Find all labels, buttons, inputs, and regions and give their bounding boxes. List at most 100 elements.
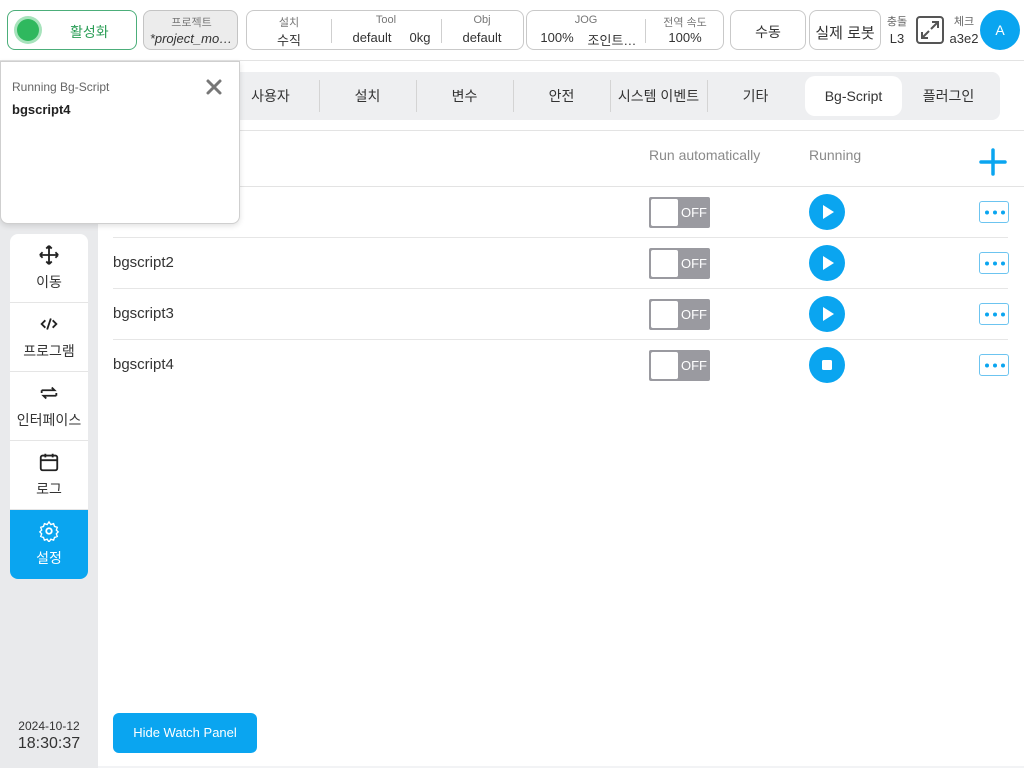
add-script-button[interactable]: [978, 147, 1008, 177]
sidebar-item-label: 설정: [36, 550, 62, 566]
tab-variables[interactable]: 변수: [416, 76, 513, 116]
collision-level[interactable]: 충돌 L3: [884, 13, 910, 46]
obj-value: default: [462, 30, 502, 45]
install-caption: 설치: [278, 17, 300, 29]
sidebar-item-log[interactable]: 로그: [10, 441, 88, 510]
install-tool-obj-group[interactable]: 설치 수직 Tool default 0kg Obj default: [246, 10, 524, 50]
play-button[interactable]: [809, 194, 845, 230]
more-options-button[interactable]: [979, 201, 1009, 223]
time-text: 18:30:37: [17, 735, 81, 752]
sidebar-item-label: 프로그램: [23, 343, 75, 359]
jog-speed-group[interactable]: JOG 100% 조인트… 전역 속도 100%: [526, 10, 724, 50]
ellipsis-icon: [985, 210, 1005, 215]
stop-icon: [822, 360, 832, 370]
toggle-knob: [651, 199, 678, 226]
sidebar-nav: 이동 프로그램 인터페이스 로그 설정: [10, 234, 88, 579]
move-arrows-icon: [39, 245, 59, 265]
swap-arrows-icon: [40, 386, 58, 400]
install-value: 수직: [277, 33, 301, 48]
script-name: bgscript2: [113, 254, 174, 271]
auto-run-toggle[interactable]: OFF: [649, 350, 710, 381]
tool-weight: 0kg: [409, 30, 431, 45]
checksum: 체크 a3e2: [946, 13, 982, 46]
play-button[interactable]: [809, 245, 845, 281]
running-bg-script-popup: Running Bg-Script bgscript4: [0, 61, 240, 224]
collision-value: L3: [889, 31, 905, 46]
activate-label: 활성화: [70, 24, 109, 40]
hide-watch-panel-button[interactable]: Hide Watch Panel: [113, 713, 257, 753]
play-button[interactable]: [809, 296, 845, 332]
play-icon: [823, 307, 834, 321]
more-options-button[interactable]: [979, 252, 1009, 274]
date-text: 2024-10-12: [18, 719, 80, 733]
toggle-state: OFF: [681, 358, 707, 373]
play-icon: [823, 205, 834, 219]
manual-mode-button[interactable]: 수동: [730, 10, 806, 50]
ellipsis-icon: [985, 312, 1005, 317]
check-value: a3e2: [949, 31, 979, 46]
settings-tabs: 사용자 설치 변수 안전 시스템 이벤트 기타 Bg-Script 플러그인: [110, 72, 1000, 120]
tool-name: default: [352, 30, 392, 45]
sidebar-item-label: 로그: [36, 481, 62, 497]
project-name: *project_mo…: [149, 31, 233, 46]
auto-run-toggle[interactable]: OFF: [649, 248, 710, 279]
manual-label: 수동: [755, 24, 781, 40]
tab-etc[interactable]: 기타: [707, 76, 804, 116]
more-options-button[interactable]: [979, 303, 1009, 325]
script-name: bgscript4: [113, 356, 174, 373]
tab-bg-script[interactable]: Bg-Script: [805, 76, 902, 116]
code-icon: [40, 318, 58, 330]
calendar-icon: [39, 453, 59, 472]
popup-value: bgscript4: [12, 102, 71, 117]
sidebar-item-interface[interactable]: 인터페이스: [10, 372, 88, 441]
clock: 2024-10-12 18:30:37: [0, 719, 98, 753]
avatar[interactable]: A: [980, 10, 1020, 50]
toggle-knob: [651, 352, 678, 379]
jog-mode: 조인트…: [587, 33, 637, 48]
sidebar-item-program[interactable]: 프로그램: [10, 303, 88, 372]
sidebar-item-settings[interactable]: 설정: [10, 510, 88, 579]
column-header-running: Running: [809, 147, 862, 163]
table-row: bgscript2 OFF: [113, 238, 1009, 289]
real-robot-label: 실제 로봇: [815, 25, 875, 42]
table-row: bgscript3 OFF: [113, 289, 1009, 340]
auto-run-toggle[interactable]: OFF: [649, 299, 710, 330]
play-icon: [823, 256, 834, 270]
toggle-state: OFF: [681, 307, 707, 322]
toggle-state: OFF: [681, 205, 707, 220]
project-caption: 프로젝트: [171, 17, 212, 29]
obj-caption: Obj: [473, 14, 491, 26]
global-speed-caption: 전역 속도: [663, 17, 707, 29]
sidebar-item-label: 이동: [36, 274, 62, 290]
tab-plugins[interactable]: 플러그인: [900, 76, 997, 116]
top-bar: 활성화 프로젝트 *project_mo… 설치 수직 Tool default…: [0, 0, 1024, 61]
popup-title: Running Bg-Script: [12, 80, 110, 94]
tool-caption: Tool: [375, 14, 397, 26]
column-header-run-automatically: Run automatically: [649, 147, 761, 163]
table-row: OFF: [113, 187, 1009, 238]
sidebar-item-label: 인터페이스: [16, 412, 82, 428]
more-options-button[interactable]: [979, 354, 1009, 376]
collision-caption: 충돌: [886, 16, 908, 28]
project-selector[interactable]: 프로젝트 *project_mo…: [143, 10, 238, 50]
tab-safety[interactable]: 안전: [513, 76, 610, 116]
auto-run-toggle[interactable]: OFF: [649, 197, 710, 228]
sidebar-item-move[interactable]: 이동: [10, 234, 88, 303]
real-robot-button[interactable]: 실제 로봇: [809, 10, 881, 50]
jog-percent: 100%: [540, 30, 574, 45]
activate-button[interactable]: 활성화: [7, 10, 137, 50]
ellipsis-icon: [985, 363, 1005, 368]
toggle-knob: [651, 301, 678, 328]
jog-caption: JOG: [574, 14, 598, 26]
close-icon[interactable]: [205, 78, 223, 96]
expand-icon[interactable]: [916, 16, 944, 44]
script-name: bgscript3: [113, 305, 174, 322]
global-speed-value: 100%: [668, 30, 702, 45]
tab-system-events[interactable]: 시스템 이벤트: [610, 76, 707, 116]
tab-install[interactable]: 설치: [319, 76, 416, 116]
ellipsis-icon: [985, 261, 1005, 266]
table-row: bgscript4 OFF: [113, 340, 1009, 391]
gear-icon: [38, 520, 60, 542]
stop-button[interactable]: [809, 347, 845, 383]
toggle-state: OFF: [681, 256, 707, 271]
